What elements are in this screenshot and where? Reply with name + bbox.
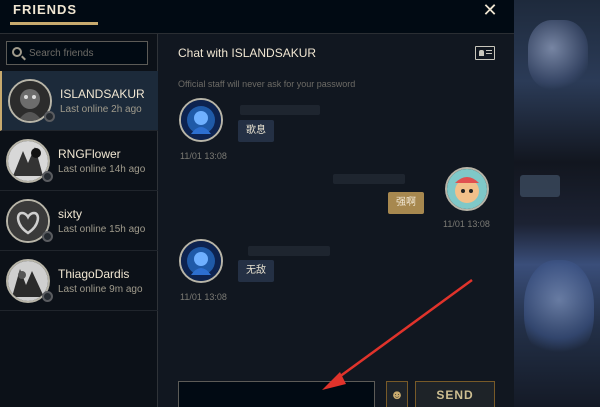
friend-status: Last online 9m ago bbox=[58, 284, 143, 295]
search-box[interactable] bbox=[6, 41, 148, 65]
friends-header: FRIENDS ✕ bbox=[0, 0, 514, 34]
chat-panel: Chat with ISLANDSAKUR Official staff wil… bbox=[158, 34, 514, 407]
status-dot bbox=[42, 231, 53, 242]
status-dot bbox=[42, 171, 53, 182]
sender-avatar bbox=[179, 98, 223, 142]
status-dot bbox=[44, 111, 55, 122]
security-notice: Official staff will never ask for your p… bbox=[178, 79, 356, 89]
message-timestamp: 11/01 13:08 bbox=[443, 219, 490, 229]
chat-title: Chat with ISLANDSAKUR bbox=[178, 46, 317, 60]
redacted-sender-name bbox=[248, 246, 330, 256]
message-bubble: 歌息 bbox=[238, 120, 274, 142]
message-input[interactable] bbox=[178, 381, 375, 407]
message-bubble: 强啊 bbox=[388, 192, 424, 214]
send-button[interactable]: SEND bbox=[415, 381, 495, 407]
redacted-sender-name bbox=[240, 105, 320, 115]
friend-name: sixty bbox=[58, 207, 82, 221]
friend-name: RNGFlower bbox=[58, 147, 121, 161]
friend-status: Last online 14h ago bbox=[58, 164, 146, 175]
friend-item-rngflower[interactable]: RNGFlower Last online 14h ago bbox=[0, 131, 158, 191]
search-input[interactable] bbox=[29, 45, 144, 61]
friend-item-islandsakur[interactable]: ISLANDSAKUR Last online 2h ago bbox=[0, 71, 158, 131]
search-icon bbox=[12, 47, 22, 57]
panel-title: FRIENDS bbox=[13, 2, 78, 17]
friend-name: ThiagoDardis bbox=[58, 267, 130, 281]
emoji-icon[interactable]: ☻ bbox=[386, 381, 408, 407]
friend-status: Last online 15h ago bbox=[58, 224, 146, 235]
message-bubble: 无敌 bbox=[238, 260, 274, 282]
art-panel bbox=[520, 175, 560, 197]
title-underline bbox=[10, 22, 98, 25]
background-art bbox=[514, 0, 600, 407]
profile-card-icon[interactable] bbox=[475, 46, 495, 60]
sender-avatar bbox=[179, 239, 223, 283]
friend-status: Last online 2h ago bbox=[60, 104, 142, 115]
friend-item-sixty[interactable]: sixty Last online 15h ago bbox=[0, 191, 158, 251]
redacted-sender-name bbox=[333, 174, 405, 184]
champion-art-top bbox=[528, 20, 588, 90]
status-dot bbox=[42, 291, 53, 302]
message-timestamp: 11/01 13:08 bbox=[180, 151, 227, 161]
close-icon[interactable]: ✕ bbox=[480, 0, 500, 20]
self-avatar bbox=[445, 167, 489, 211]
friend-name: ISLANDSAKUR bbox=[60, 87, 145, 101]
message-timestamp: 11/01 13:08 bbox=[180, 292, 227, 302]
friends-sidebar: ISLANDSAKUR Last online 2h ago RNGFlower… bbox=[0, 34, 158, 407]
friend-item-thiagodardis[interactable]: ThiagoDardis Last online 9m ago bbox=[0, 251, 158, 311]
champion-art-bottom bbox=[524, 260, 594, 360]
